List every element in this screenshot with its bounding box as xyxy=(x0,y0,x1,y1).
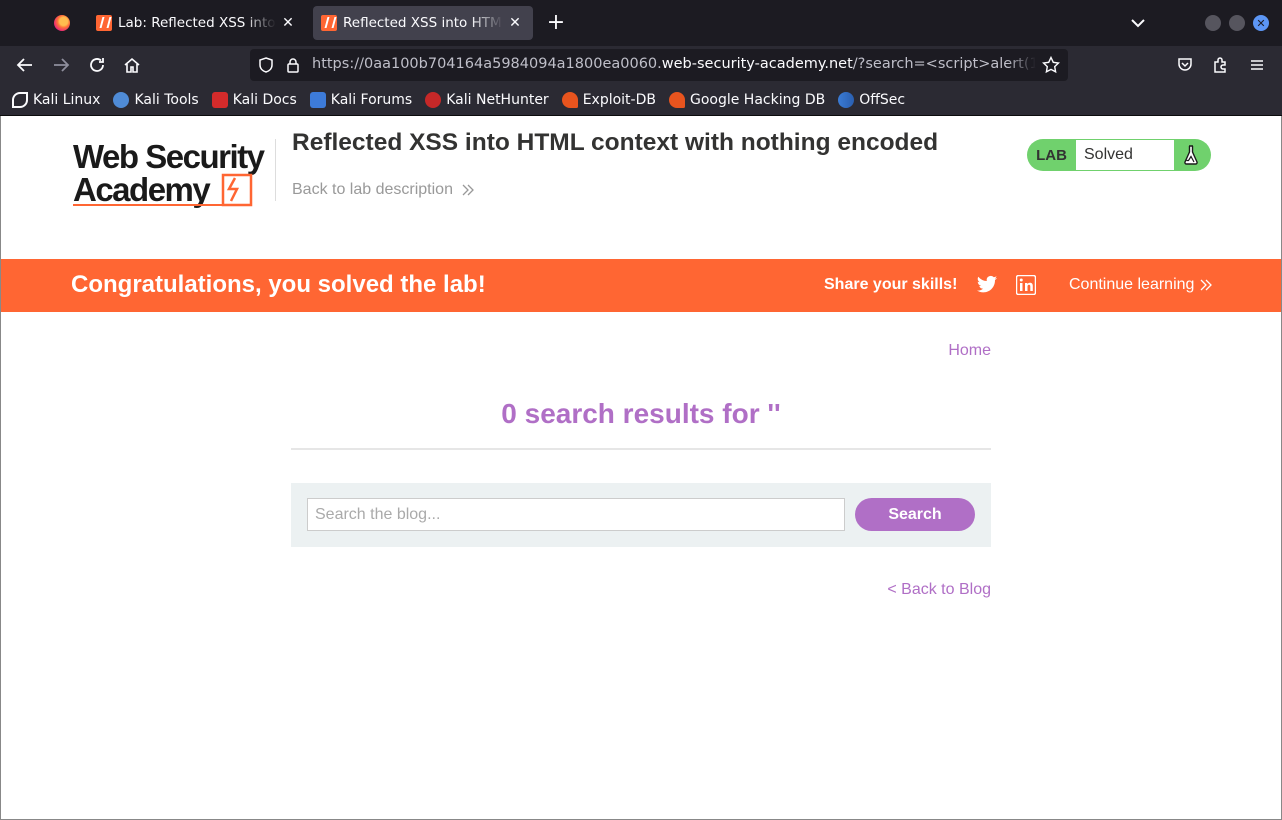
bookmark-exploit-db[interactable]: Exploit-DB xyxy=(561,91,656,108)
web-security-academy-logo[interactable]: Web Security Academy xyxy=(73,137,273,209)
svg-text:Academy: Academy xyxy=(73,171,211,208)
search-button[interactable]: Search xyxy=(855,498,975,531)
bookmark-kali-docs[interactable]: Kali Docs xyxy=(211,91,297,108)
bookmark-offsec[interactable]: OffSec xyxy=(838,91,905,108)
tab-bar: Lab: Reflected XSS into HTML context wit… xyxy=(0,0,1282,46)
close-window-button[interactable]: ✕ xyxy=(1253,15,1269,31)
results-divider xyxy=(291,448,991,450)
reload-icon[interactable] xyxy=(86,54,108,76)
navigation-toolbar: https://0aa100b704164a5984094a1800ea0060… xyxy=(0,46,1282,84)
forward-arrow-icon[interactable] xyxy=(50,54,72,76)
bookmark-google-hacking-db[interactable]: Google Hacking DB xyxy=(668,91,825,108)
header-divider xyxy=(275,139,276,201)
kali-tools-icon xyxy=(113,91,130,108)
bookmark-kali-tools[interactable]: Kali Tools xyxy=(113,91,199,108)
search-results-heading: 0 search results for '' xyxy=(501,398,781,429)
extensions-icon[interactable] xyxy=(1210,54,1232,76)
lab-status-value: Solved xyxy=(1076,140,1174,170)
window-border xyxy=(0,116,1,820)
bookmarks-toolbar: Kali Linux Kali Tools Kali Docs Kali For… xyxy=(0,84,1282,116)
tab-lab-description[interactable]: Lab: Reflected XSS into HTML context wit… xyxy=(88,6,306,40)
search-form: Search xyxy=(291,483,991,547)
lab-status-widget: LAB Solved xyxy=(1027,139,1211,171)
firefox-view-button[interactable] xyxy=(40,6,84,40)
share-skills-label: Share your skills! xyxy=(824,276,958,293)
double-chevron-right-icon xyxy=(462,184,474,196)
list-all-tabs-icon[interactable] xyxy=(1128,14,1148,32)
lock-icon[interactable] xyxy=(286,57,300,73)
lab-status-label: LAB xyxy=(1036,146,1067,164)
page-content: Web Security Academy Reflected XSS into … xyxy=(1,117,1281,819)
menu-hamburger-icon[interactable] xyxy=(1246,54,1268,76)
solved-banner: Congratulations, you solved the lab! Sha… xyxy=(1,259,1281,312)
new-tab-button[interactable]: + xyxy=(544,10,568,36)
back-to-blog-link[interactable]: < Back to Blog xyxy=(887,581,991,599)
close-tab-icon[interactable]: ✕ xyxy=(507,15,523,31)
home-icon[interactable] xyxy=(121,54,143,76)
address-bar[interactable]: https://0aa100b704164a5984094a1800ea0060… xyxy=(250,49,1068,81)
exploit-db-icon xyxy=(561,91,578,108)
double-chevron-right-icon xyxy=(1200,279,1213,291)
tab-title: Reflected XSS into HTML context with not… xyxy=(343,15,503,31)
continue-learning-link[interactable]: Continue learning xyxy=(1069,276,1213,294)
minimize-button[interactable] xyxy=(1205,15,1221,31)
tab-lab-active[interactable]: Reflected XSS into HTML context with not… xyxy=(313,6,533,40)
congratulations-message: Congratulations, you solved the lab! xyxy=(71,271,486,298)
firefox-icon xyxy=(54,15,70,31)
tracking-protection-shield-icon[interactable] xyxy=(258,57,274,73)
bookmark-kali-nethunter[interactable]: Kali NetHunter xyxy=(425,91,549,108)
kali-forums-icon xyxy=(309,91,326,108)
offsec-icon xyxy=(838,91,855,108)
bookmark-star-icon[interactable] xyxy=(1042,56,1060,74)
search-input[interactable] xyxy=(307,498,845,531)
nethunter-icon xyxy=(425,91,442,108)
bookmark-kali-linux[interactable]: Kali Linux xyxy=(12,91,100,108)
portswigger-favicon-icon xyxy=(321,15,337,31)
bookmark-kali-forums[interactable]: Kali Forums xyxy=(309,91,412,108)
back-arrow-icon[interactable] xyxy=(14,54,36,76)
kali-dragon-icon xyxy=(12,91,28,108)
lab-title: Reflected XSS into HTML context with not… xyxy=(292,129,939,156)
portswigger-favicon-icon xyxy=(96,15,112,31)
maximize-button[interactable] xyxy=(1229,15,1245,31)
flask-icon xyxy=(1177,144,1205,166)
ghdb-icon xyxy=(668,91,685,108)
pocket-icon[interactable] xyxy=(1174,54,1196,76)
home-link[interactable]: Home xyxy=(948,342,991,360)
close-tab-icon[interactable]: ✕ xyxy=(280,15,296,31)
back-to-lab-description-link[interactable]: Back to lab description xyxy=(292,181,475,199)
kali-docs-icon xyxy=(211,91,228,108)
svg-text:Web Security: Web Security xyxy=(73,138,266,175)
tab-title: Lab: Reflected XSS into HTML context wit… xyxy=(118,15,276,31)
url-text[interactable]: https://0aa100b704164a5984094a1800ea0060… xyxy=(312,56,1036,72)
linkedin-icon[interactable] xyxy=(1016,275,1036,295)
twitter-icon[interactable] xyxy=(976,275,998,295)
